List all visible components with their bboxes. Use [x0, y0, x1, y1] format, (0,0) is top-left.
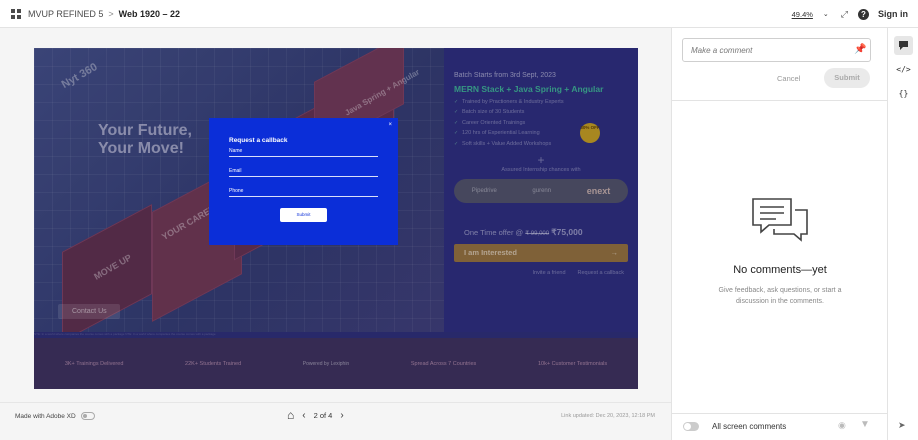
- chevron-down-icon[interactable]: ⌄: [823, 10, 829, 18]
- expand-icon[interactable]: ⤢: [841, 9, 848, 20]
- made-with-label: Made with Adobe XD: [15, 412, 76, 420]
- pin-icon[interactable]: 📌: [854, 44, 881, 55]
- link-updated-text: Link updated: Dec 20, 2023, 12:18 PM: [561, 413, 655, 419]
- sign-in-link[interactable]: Sign in: [878, 9, 908, 19]
- help-icon[interactable]: ?: [858, 8, 869, 20]
- phone-field[interactable]: Phone: [229, 188, 378, 197]
- breadcrumb-separator: >: [108, 8, 114, 19]
- empty-text: Give feedback, ask questions, or start a…: [718, 287, 842, 305]
- comments-empty-icon: [752, 198, 808, 242]
- made-with-xd: Made with Adobe XD: [15, 412, 95, 420]
- send-icon[interactable]: ➤: [898, 420, 906, 431]
- comment-icon[interactable]: [894, 36, 913, 55]
- artboard: Nyt 360 MOVE UP YOUR CAREER Java Spring …: [34, 48, 638, 389]
- breadcrumb-project[interactable]: MVUP REFINED 5: [28, 9, 103, 19]
- all-screen-label: All screen comments: [712, 422, 787, 431]
- submit-comment-button[interactable]: Submit: [824, 68, 870, 88]
- made-with-toggle[interactable]: [80, 412, 95, 420]
- breadcrumb-artboard[interactable]: Web 1920 – 22: [119, 9, 180, 19]
- top-bar: MVUP REFINED 5 > Web 1920 – 22 49.4% ⌄ ⤢…: [0, 0, 918, 28]
- comments-footer: All screen comments ◉ ▼: [672, 413, 888, 440]
- all-screen-toggle[interactable]: [683, 422, 699, 431]
- cancel-button[interactable]: Cancel: [777, 74, 800, 83]
- breadcrumb: MVUP REFINED 5 > Web 1920 – 22: [28, 9, 180, 19]
- empty-title: No comments—yet: [733, 264, 827, 276]
- prototype-canvas: Nyt 360 MOVE UP YOUR CAREER Java Spring …: [0, 28, 671, 402]
- braces-icon[interactable]: {}: [894, 84, 913, 103]
- filter-icon[interactable]: ▼: [860, 419, 870, 430]
- code-icon[interactable]: </>: [894, 60, 913, 79]
- comments-panel: Make a comment 📌 Cancel Submit No commen…: [671, 28, 888, 440]
- callback-modal: × Request a callback Name Email Phone Su…: [209, 118, 398, 245]
- zoom-level[interactable]: 49.4%: [792, 10, 813, 19]
- grid-menu-icon[interactable]: [11, 8, 21, 19]
- next-arrow-icon[interactable]: ›: [340, 410, 343, 421]
- email-field[interactable]: Email: [229, 168, 378, 177]
- previous-arrow-icon[interactable]: ‹: [302, 410, 305, 421]
- name-field[interactable]: Name: [229, 148, 378, 157]
- modal-submit-button[interactable]: Submit: [280, 208, 327, 222]
- hide-comments-icon[interactable]: ◉: [838, 420, 846, 431]
- comment-input[interactable]: Make a comment: [682, 38, 871, 62]
- page-indicator: 2 of 4: [313, 410, 333, 420]
- bottom-bar: Made with Adobe XD ⌂ ‹ 2 of 4 › Link upd…: [0, 402, 671, 440]
- modal-title: Request a callback: [229, 137, 288, 144]
- close-icon[interactable]: ×: [388, 122, 392, 128]
- page-navigation: ⌂ ‹ 2 of 4 ›: [287, 408, 344, 422]
- home-icon[interactable]: ⌂: [287, 408, 294, 422]
- right-rail: </> {} ➤: [887, 28, 918, 440]
